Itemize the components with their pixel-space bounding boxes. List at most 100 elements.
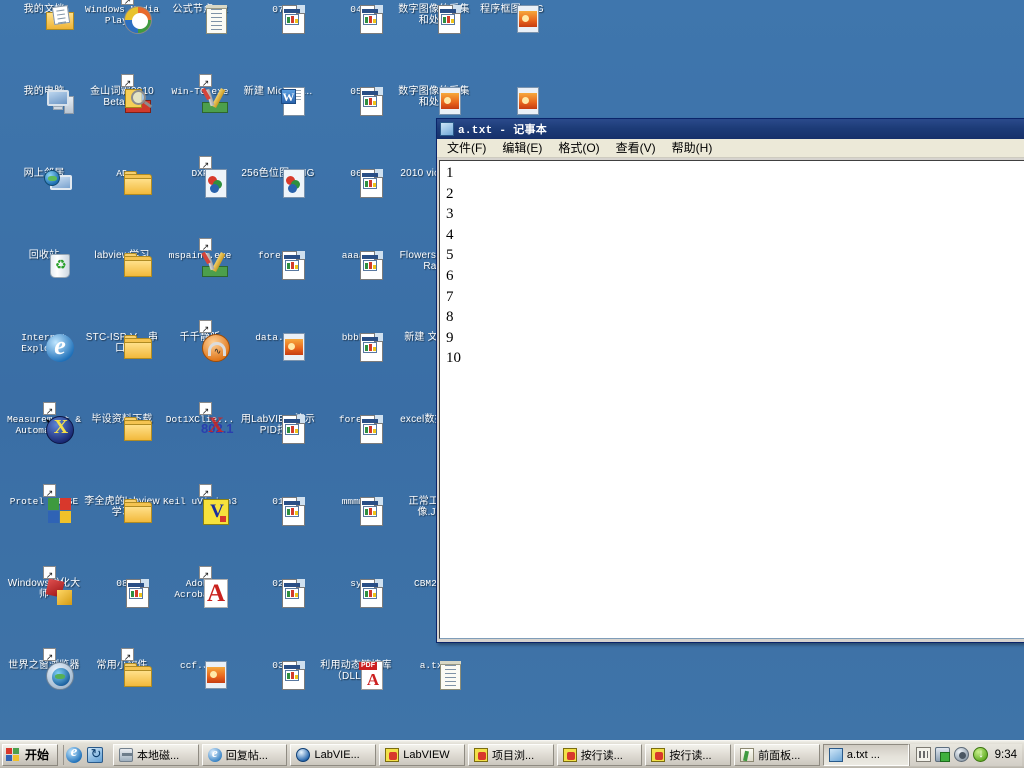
desktop-icon-2010-beta2[interactable]: 金山词霸2010 Beta2版 — [84, 86, 160, 113]
desktop-icon-01[interactable]: 01 — [240, 496, 316, 526]
desktop-icon-keil-uvision3[interactable]: V Keil uVision3 — [162, 496, 238, 525]
desktop-icon-item-5[interactable]: 数字图像的采集和处理 — [396, 4, 472, 34]
notepad-text-content: 1 2 3 4 5 6 7 8 9 10 — [446, 165, 461, 367]
desktop-icon-256-png[interactable]: 256色位图.PNG — [240, 168, 316, 198]
desktop-icon-windows[interactable]: Windows优化大师 — [6, 578, 82, 605]
volume-icon[interactable] — [953, 747, 969, 762]
desktop-icon-ad[interactable]: AD — [84, 168, 160, 195]
desktop-icon-aaaaa[interactable]: aaaaa — [318, 250, 394, 280]
task-icon — [473, 747, 488, 762]
task-label: 本地磁... — [137, 749, 180, 762]
task-label: LabVIEW — [403, 748, 450, 761]
desktop-icon-07[interactable]: 07 — [240, 4, 316, 34]
desktop-icon-a-txt[interactable]: a.txt — [396, 660, 472, 690]
desktop-icon-protel-99-se[interactable]: Protel 99 SE — [6, 496, 82, 523]
task-label: 按行读... — [669, 749, 712, 762]
notepad-menu-item-1[interactable]: 文件(F) — [440, 137, 493, 159]
desktop-icon-label: 回收站 — [28, 250, 60, 261]
notepad-menu-item-2[interactable]: 编辑(E) — [495, 137, 549, 159]
refresh-icon[interactable] — [87, 746, 104, 763]
desktop-icon-windows-media-player[interactable]: Windows Media Player — [84, 4, 160, 34]
taskbar-task-task-7[interactable]: 前面板... — [734, 743, 820, 766]
desktop-icon-adobe-acroba[interactable]: A Adobe Acroba... — [162, 578, 238, 608]
desktop-icon-dot1xclie[interactable]: 802.1Dot1XClie... — [162, 414, 238, 436]
start-button-label: 开始 — [25, 748, 50, 762]
task-label: 前面板... — [758, 749, 801, 762]
desktop-icon-forest[interactable]: forest — [318, 414, 394, 444]
desktop-icon-ccf-jpg[interactable]: ccf.JPG — [162, 660, 238, 689]
desktop-icon-stc-isp-v[interactable]: STC-ISP-V... 串口) — [84, 332, 160, 359]
security-shield-icon[interactable] — [972, 746, 989, 762]
desktop-icon-item-28[interactable]: ∿ 千千静听 — [162, 332, 238, 362]
taskbar-task-a-txt[interactable]: a.txt ... — [822, 743, 909, 766]
desktop-icon-labview[interactable]: 李全虎的labview学习 — [84, 496, 160, 523]
desktop-icon-labview-pid[interactable]: 用LabVIEW演示PID控... — [240, 414, 316, 444]
desktop-icon-data-jpg[interactable]: data.JPG — [240, 332, 316, 361]
desktop-icon-labview[interactable]: labview学习 — [84, 250, 160, 277]
desktop-icon-bbbbb[interactable]: bbbbb — [318, 332, 394, 362]
notepad-title-text: a.txt - 记事本 — [458, 125, 548, 137]
desktop-icon-item-0[interactable]: 我的文档 — [6, 4, 82, 30]
notepad-menu-item-4[interactable]: 查看(V) — [609, 137, 663, 159]
notepad-menu-bar[interactable]: 文件(F) 编辑(E) 格式(O) 查看(V) 帮助(H) — [437, 139, 1024, 158]
taskbar-task-task-4[interactable]: 项目浏... — [467, 743, 554, 766]
desktop-icon-dll[interactable]: A PDF 利用动态链接库（DLL）... — [318, 660, 394, 690]
notepad-icon — [440, 122, 454, 136]
notepad-menu-item-3[interactable]: 格式(O) — [551, 137, 606, 159]
notepad-text-area[interactable]: 1 2 3 4 5 6 7 8 9 10 — [439, 160, 1024, 639]
task-icon — [207, 745, 222, 762]
desktop-icon-item-14[interactable]: 网上邻居 — [6, 168, 82, 190]
desktop-icon-item-33[interactable]: 毕设资料下载 — [84, 414, 160, 441]
task-icon — [385, 747, 400, 762]
task-label: LabVIE... — [314, 748, 360, 761]
desktop-icon-measurement-automation[interactable]: ➤Measurement & Automation — [6, 414, 82, 444]
task-label: a.txt ... — [846, 748, 880, 761]
desktop-icon-forest0[interactable]: forest0 — [240, 250, 316, 280]
task-icon — [119, 747, 134, 762]
taskbar-task-task-1[interactable]: 回复帖... — [201, 743, 288, 766]
taskbar-clock[interactable]: 9:34 — [993, 749, 1017, 761]
task-icon — [562, 747, 577, 762]
desktop-icon-txt[interactable]: 公式节点.txt — [162, 4, 238, 34]
taskbar-task-task-6[interactable]: 按行读... — [645, 743, 732, 766]
desktop-icon-item-12[interactable]: 数字图像的采集和处理 — [396, 86, 472, 115]
start-button[interactable]: 开始 — [2, 743, 59, 766]
desktop-icon-mspaint-exe[interactable]: mspaint.exe — [162, 250, 238, 277]
desktop-icon-03[interactable]: 03 — [240, 660, 316, 690]
desktop-icon-04[interactable]: 04 — [318, 4, 394, 34]
desktop-icon-02[interactable]: 02 — [240, 578, 316, 608]
desktop-icon-jpg[interactable]: 程序框图.JPG — [474, 4, 550, 33]
desktop-icon-05[interactable]: 05 — [318, 86, 394, 116]
desktop-icon-item-50[interactable]: 世界之窗浏览器 — [6, 660, 82, 690]
taskbar-task-task-0[interactable]: 本地磁... — [113, 743, 199, 766]
taskbar-task-task-5[interactable]: 按行读... — [556, 743, 643, 766]
desktop-icon-item-7[interactable]: 我的电脑 — [6, 86, 82, 114]
taskbar-task-labview[interactable]: LabVIEW — [379, 743, 465, 766]
desktop-icon-08[interactable]: 08 — [84, 578, 160, 608]
desktop-icon-dxp[interactable]: DXP — [162, 168, 238, 198]
ime-keyboard-icon[interactable] — [915, 747, 931, 762]
task-label: 项目浏... — [491, 749, 535, 762]
task-icon — [740, 747, 755, 762]
notepad-title-bar[interactable]: a.txt - 记事本 — [437, 119, 1024, 139]
windows-logo-icon — [6, 747, 21, 762]
desktop-icon-microso[interactable]: W 新建 Microso... — [240, 86, 316, 116]
task-label: 回复帖... — [225, 749, 268, 762]
desktop-icon-06[interactable]: 06 — [318, 168, 394, 198]
desktop-icon-internet-explorer[interactable]: Internet Explorer — [6, 331, 82, 362]
taskbar-task-labvie[interactable]: LabVIE... — [290, 743, 377, 766]
desktop-icon-win-tc-exe[interactable]: Win-TC.exe — [162, 86, 238, 113]
notepad-menu-item-5[interactable]: 帮助(H) — [665, 137, 720, 159]
desktop-icon-sy[interactable]: sy — [318, 578, 394, 608]
network-icon[interactable] — [934, 747, 950, 762]
desktop-icon-mmmmm[interactable]: mmmmm — [318, 496, 394, 526]
taskbar[interactable]: 开始 本地磁... 回复帖... LabVIE... LabVIEW 项目浏... 按行读… — [0, 740, 1024, 768]
task-icon — [828, 747, 843, 762]
desktop-icon-item-51[interactable]: 常用小软件 — [84, 660, 160, 687]
task-list[interactable]: 本地磁... 回复帖... LabVIE... LabVIEW 项目浏... 按行读...… — [109, 743, 909, 766]
notepad-window[interactable]: a.txt - 记事本 文件(F) 编辑(E) 格式(O) 查看(V) 帮助(H) 1 … — [436, 118, 1024, 643]
internet-explorer-icon[interactable] — [66, 744, 83, 763]
desktop-icon-item-20[interactable]: ♻ 回收站 — [6, 250, 82, 278]
quick-launch-bar[interactable] — [63, 744, 109, 765]
system-tray[interactable]: 9:34 — [908, 743, 1022, 766]
